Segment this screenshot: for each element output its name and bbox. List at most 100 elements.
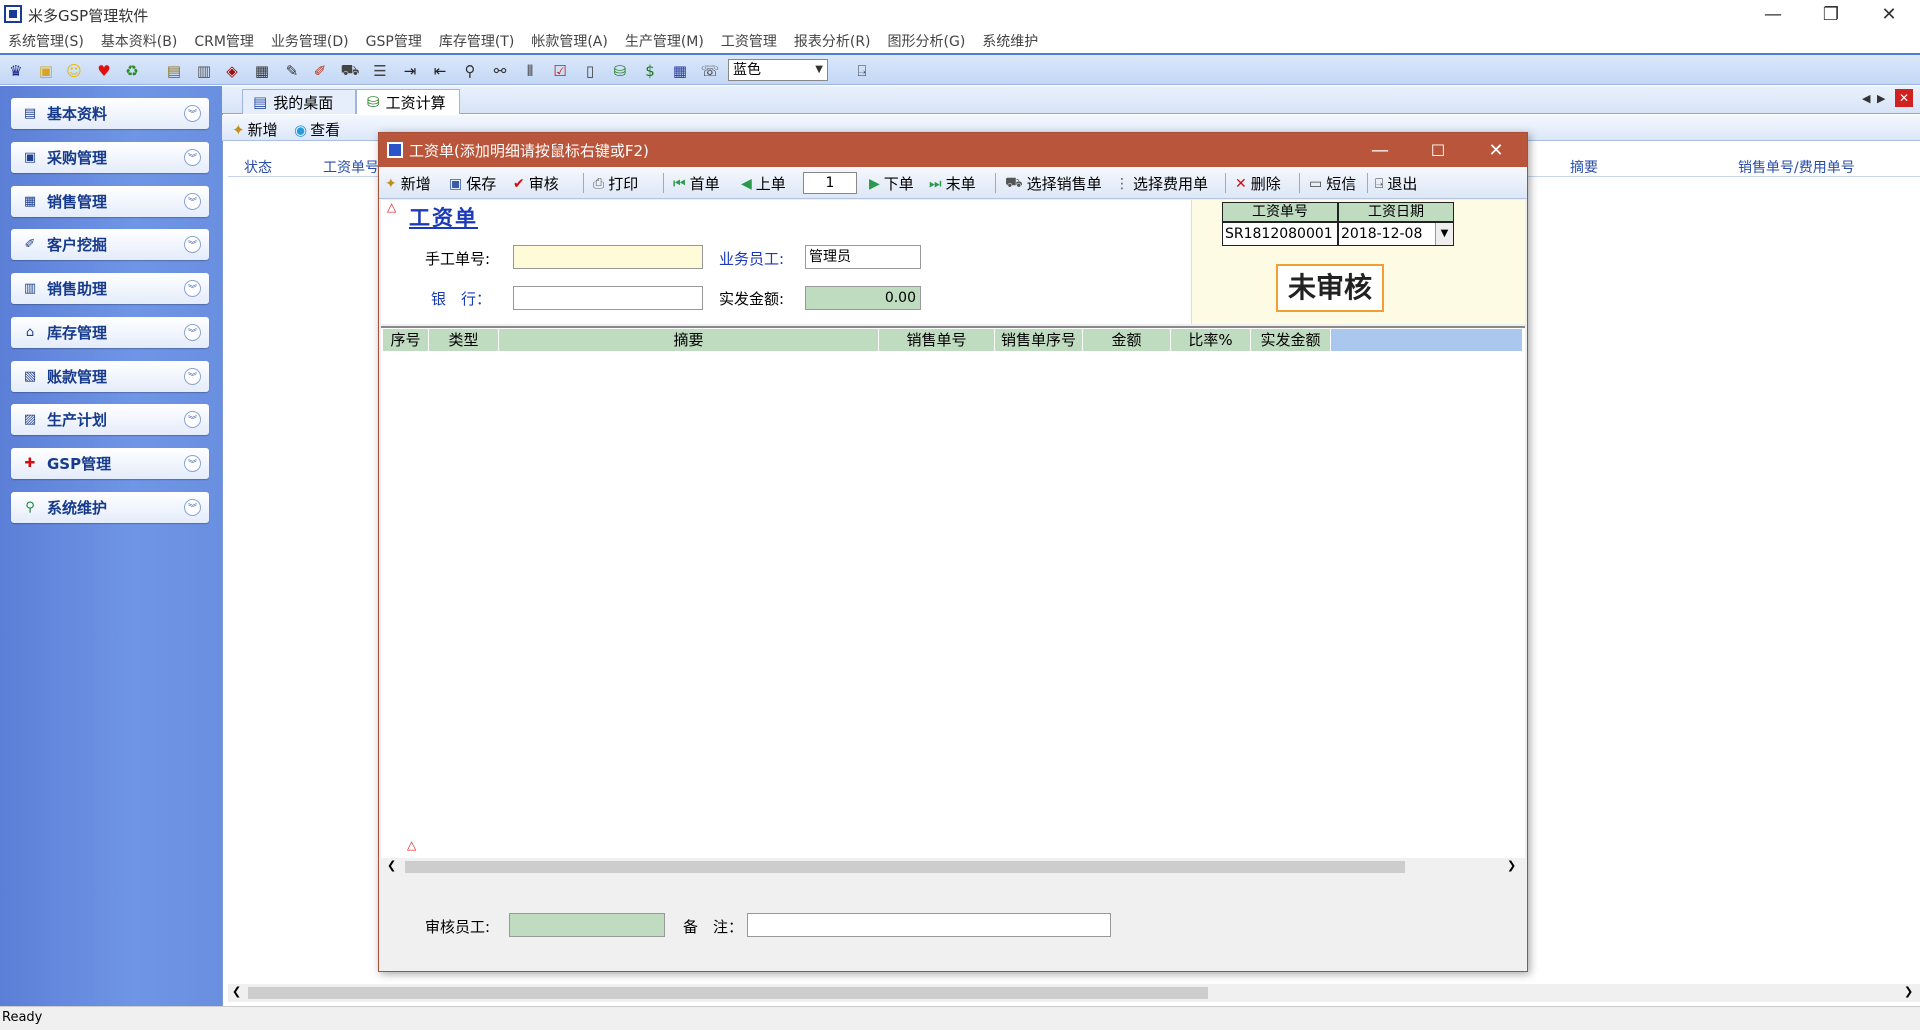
menu-reports[interactable]: 报表分析(R) xyxy=(794,31,871,51)
chevron-down-icon[interactable]: ︾ xyxy=(184,193,201,210)
detail-grid[interactable]: △ xyxy=(381,326,1525,866)
dlg-new-button[interactable]: ✦ 新增 xyxy=(385,173,431,194)
sidebar-item-customer[interactable]: ✐ 客户挖掘 ︾ xyxy=(11,229,209,260)
box-icon[interactable]: ▣ xyxy=(36,61,56,81)
chevron-down-icon[interactable]: ︾ xyxy=(184,324,201,341)
chevron-down-icon[interactable]: ︾ xyxy=(184,499,201,516)
export-icon[interactable]: ⇤ xyxy=(430,61,450,81)
sidebar-item-accounts[interactable]: ▧ 账款管理 ︾ xyxy=(11,361,209,392)
dlg-next-button[interactable]: ▶ 下单 xyxy=(869,173,914,194)
tab-salary-calc[interactable]: ⛁ 工资计算 xyxy=(356,89,460,114)
dlg-first-button[interactable]: ⏮ 首单 xyxy=(673,173,720,194)
chevron-down-icon[interactable]: ︾ xyxy=(184,280,201,297)
truck-icon[interactable]: ⛟ xyxy=(340,61,360,81)
sidebar-item-gsp[interactable]: ✚ GSP管理 ︾ xyxy=(11,448,209,479)
gcol-summary[interactable]: 摘要 xyxy=(499,329,879,351)
theme-select[interactable]: 蓝色 ▼ xyxy=(728,59,828,81)
salesman-input[interactable]: 管理员 xyxy=(805,245,921,269)
scroll-right-icon[interactable]: ❯ xyxy=(1904,985,1913,998)
chevron-down-icon[interactable]: ︾ xyxy=(184,455,201,472)
menu-system[interactable]: 系统管理(S) xyxy=(8,31,84,51)
grid-icon[interactable]: ▦ xyxy=(670,61,690,81)
chevron-down-icon[interactable]: ︾ xyxy=(184,368,201,385)
notepad-icon[interactable]: ▤ xyxy=(164,61,184,81)
menu-inventory[interactable]: 库存管理(T) xyxy=(439,31,514,51)
import-icon[interactable]: ⇥ xyxy=(400,61,420,81)
dialog-close-button[interactable]: ✕ xyxy=(1467,133,1525,167)
logo-toolbar-icon[interactable]: ♛ xyxy=(6,61,26,81)
chevron-down-icon[interactable]: ︾ xyxy=(184,236,201,253)
sidebar-item-assistant[interactable]: ▥ 销售助理 ︾ xyxy=(11,273,209,304)
menu-business[interactable]: 业务管理(D) xyxy=(271,31,349,51)
tab-scroll-right-icon[interactable]: ▶ xyxy=(1877,92,1885,105)
sidebar-item-production[interactable]: ▨ 生产计划 ︾ xyxy=(11,404,209,435)
scroll-thumb[interactable] xyxy=(405,861,1405,873)
menu-gsp[interactable]: GSP管理 xyxy=(366,31,422,51)
salary-no-field[interactable]: SR1812080001 xyxy=(1222,222,1338,246)
dialog-minimize-button[interactable]: — xyxy=(1351,133,1409,167)
scroll-right-icon[interactable]: ❯ xyxy=(1507,859,1516,872)
chat-icon[interactable]: ☏ xyxy=(700,61,720,81)
tab-desktop[interactable]: ▤ 我的桌面 xyxy=(242,89,356,114)
dollar-icon[interactable]: $ xyxy=(640,61,660,81)
chevron-down-icon[interactable]: ︾ xyxy=(184,105,201,122)
bank-input[interactable] xyxy=(513,286,703,310)
menu-basic[interactable]: 基本资料(B) xyxy=(101,31,178,51)
dlg-prev-button[interactable]: ◀ 上单 xyxy=(741,173,786,194)
calculator-icon[interactable]: ▦ xyxy=(252,61,272,81)
close-button[interactable]: ✕ xyxy=(1860,0,1918,29)
dlg-delete-button[interactable]: ✕ 删除 xyxy=(1235,173,1281,194)
menu-accounts[interactable]: 帐款管理(A) xyxy=(531,31,608,51)
file-icon[interactable]: ▯ xyxy=(580,61,600,81)
sidebar-item-purchase[interactable]: ▣ 采购管理 ︾ xyxy=(11,142,209,173)
gcol-index[interactable]: 序号 xyxy=(383,329,429,351)
checklist-icon[interactable]: ☑ xyxy=(550,61,570,81)
page-number-input[interactable]: 1 xyxy=(803,172,857,194)
col-status[interactable]: 状态 xyxy=(244,157,272,177)
recycle-icon[interactable]: ♻ xyxy=(122,61,142,81)
scroll-left-icon[interactable]: ❮ xyxy=(232,985,241,998)
smiley-icon[interactable]: ☺ xyxy=(64,61,84,81)
people-icon[interactable]: ⚲ xyxy=(460,61,480,81)
col-sale-fee-no[interactable]: 销售单号/费用单号 xyxy=(1738,157,1855,177)
sidebar-item-sales[interactable]: ▦ 销售管理 ︾ xyxy=(11,186,209,217)
sidebar-item-inventory[interactable]: ⌂ 库存管理 ︾ xyxy=(11,317,209,348)
gcol-paid[interactable]: 实发金额 xyxy=(1251,329,1331,351)
menu-salary[interactable]: 工资管理 xyxy=(721,31,777,51)
dlg-sms-button[interactable]: ▭ 短信 xyxy=(1309,173,1356,194)
chevron-down-icon[interactable]: ︾ xyxy=(184,411,201,428)
main-horizontal-scrollbar[interactable]: ❮ ❯ xyxy=(228,984,1920,1002)
chevron-down-icon[interactable]: ▼ xyxy=(1435,223,1453,245)
dlg-select-fee-button[interactable]: ⋮ 选择费用单 xyxy=(1115,173,1208,194)
dlg-audit-button[interactable]: ✔ 审核 xyxy=(513,173,559,194)
gcol-sale-no[interactable]: 销售单号 xyxy=(879,329,995,351)
dlg-last-button[interactable]: ⏭ 末单 xyxy=(929,173,976,194)
binoculars-icon[interactable]: ⚯ xyxy=(490,61,510,81)
document-icon[interactable]: ▥ xyxy=(194,61,214,81)
shield-icon[interactable]: ◈ xyxy=(222,61,242,81)
scroll-left-icon[interactable]: ❮ xyxy=(387,859,396,872)
list-view-button[interactable]: ◉ 查看 xyxy=(294,119,340,140)
manual-no-input[interactable] xyxy=(513,245,703,269)
sidebar-item-maintenance[interactable]: ⚲ 系统维护 ︾ xyxy=(11,492,209,523)
tab-close-icon[interactable]: ✕ xyxy=(1895,89,1913,107)
salary-date-field[interactable]: 2018-12-08 ▼ xyxy=(1338,222,1454,246)
dlg-exit-button[interactable]: ⍈ 退出 xyxy=(1375,173,1417,194)
menu-production[interactable]: 生产管理(M) xyxy=(625,31,704,51)
gcol-amount[interactable]: 金额 xyxy=(1083,329,1171,351)
dialog-maximize-button[interactable]: ☐ xyxy=(1409,133,1467,167)
tab-scroll-left-icon[interactable]: ◀ xyxy=(1862,92,1870,105)
minimize-button[interactable]: — xyxy=(1744,0,1802,29)
menu-graphs[interactable]: 图形分析(G) xyxy=(888,31,966,51)
money-bag-icon[interactable]: ⛁ xyxy=(610,61,630,81)
columns-icon[interactable]: ⫴ xyxy=(520,61,540,81)
scroll-thumb[interactable] xyxy=(248,987,1208,999)
remark-input[interactable] xyxy=(747,913,1111,937)
dlg-print-button[interactable]: ⎙ 打印 xyxy=(593,173,638,194)
pen-icon[interactable]: ✎ xyxy=(282,61,302,81)
grid-horizontal-scrollbar[interactable]: ❮ ❯ xyxy=(381,858,1525,876)
edit-icon[interactable]: ✐ xyxy=(310,61,330,81)
heart-icon[interactable]: ♥ xyxy=(94,61,114,81)
gcol-sale-index[interactable]: 销售单序号 xyxy=(995,329,1083,351)
list-new-button[interactable]: ✦ 新增 xyxy=(232,119,278,140)
